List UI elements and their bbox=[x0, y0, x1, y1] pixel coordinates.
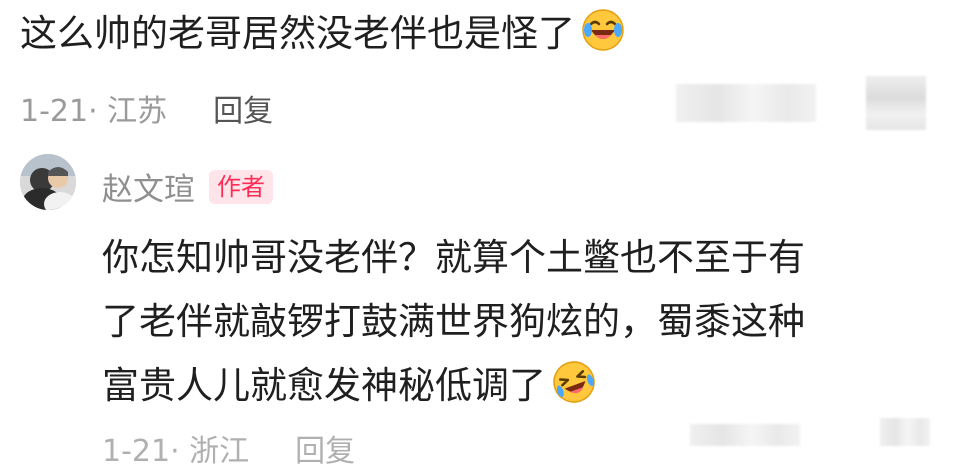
reply-line: 了老伴就敲锣打鼓满世界狗炫的，蜀黍这种 bbox=[102, 300, 805, 343]
reply-date-location: 1-21· 浙江 bbox=[102, 434, 250, 469]
comment-item: 这么帅的老哥居然没老伴也是怪了 bbox=[20, 8, 940, 65]
author-name[interactable]: 赵文瑄 bbox=[102, 172, 195, 208]
reply-line: 富贵人儿就愈发神秘低调了 bbox=[102, 364, 546, 407]
reply-line: 你怎知帅哥没老伴？就算个土鳖也不至于有 bbox=[102, 236, 805, 279]
reply-button[interactable]: 回复 bbox=[213, 94, 273, 129]
laughing-crying-emoji-icon bbox=[581, 8, 625, 65]
reply-text: 你怎知帅哥没老伴？就算个土鳖也不至于有 了老伴就敲锣打鼓满世界狗炫的，蜀黍这种 … bbox=[102, 226, 922, 424]
reply-meta: 1-21· 浙江 回复 bbox=[102, 426, 355, 470]
blurred-like-icon bbox=[866, 76, 926, 130]
author-row: 赵文瑄 作者 bbox=[102, 164, 273, 209]
reply-button[interactable]: 回复 bbox=[295, 434, 355, 469]
comment-meta: 1-21· 江苏 回复 bbox=[20, 86, 273, 130]
comment-text: 这么帅的老哥居然没老伴也是怪了 bbox=[20, 8, 940, 65]
reply-line-last: 富贵人儿就愈发神秘低调了 bbox=[102, 354, 922, 424]
comment-date-location: 1-21· 江苏 bbox=[20, 94, 168, 129]
rolling-laughing-emoji-icon bbox=[552, 360, 596, 424]
comment-body: 这么帅的老哥居然没老伴也是怪了 bbox=[20, 12, 575, 55]
avatar[interactable] bbox=[20, 154, 76, 210]
blurred-like-area bbox=[690, 424, 800, 446]
blurred-like-area bbox=[676, 84, 816, 122]
author-badge: 作者 bbox=[209, 169, 273, 204]
blurred-like-icon bbox=[880, 418, 930, 446]
